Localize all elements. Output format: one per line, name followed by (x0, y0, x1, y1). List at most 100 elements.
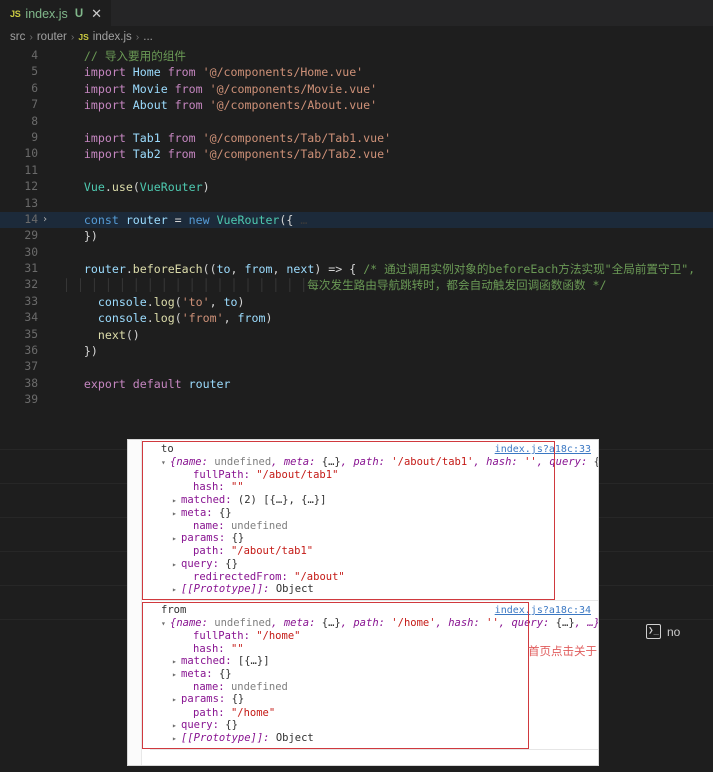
line-number: 34 (0, 310, 38, 326)
code-line[interactable]: 12 Vue.use(VueRouter) (0, 179, 713, 195)
expand-arrow-icon[interactable]: ▸ (172, 508, 181, 520)
summary-token: , meta: (271, 456, 322, 468)
expand-arrow-icon[interactable]: ▸ (172, 584, 181, 596)
tab-filename: index.js (25, 7, 67, 21)
code-line[interactable]: 38 export default router (0, 376, 713, 392)
console-property-row[interactable]: name: undefined (150, 520, 598, 532)
property-key: query: (181, 558, 225, 570)
code-line[interactable]: 5 import Home from '@/components/Home.vu… (0, 64, 713, 80)
console-property-row[interactable]: ▸query: {} (150, 719, 598, 732)
code-line[interactable]: 14› const router = new VueRouter({ … (0, 212, 713, 228)
summary-token: , query: (499, 617, 556, 629)
expand-arrow-icon[interactable]: ▸ (172, 720, 181, 732)
code-line[interactable]: 33 console.log('to', to) (0, 294, 713, 310)
summary-token: {…} (594, 456, 598, 468)
breadcrumb-item-symbol[interactable]: ... (143, 31, 153, 43)
console-source-link[interactable]: index.js?a18c:34 (495, 605, 591, 616)
expand-arrow-icon[interactable]: ▸ (172, 533, 181, 545)
code-line[interactable]: 9 import Tab1 from '@/components/Tab/Tab… (0, 130, 713, 146)
console-object-summary[interactable]: ▾{name: undefined, meta: {…}, path: '/ab… (150, 456, 598, 469)
code-line[interactable]: 32 │ │ │ │ │ │ │ │ │ │ │ │ │ │ │ │ │ │每次… (0, 277, 713, 293)
console-property-row[interactable]: path: "/home" (150, 707, 598, 719)
terminal-chip[interactable]: ❯_ no (646, 624, 680, 639)
code-token: beforeEach (133, 262, 203, 276)
code-line[interactable]: 34 console.log('from', from) (0, 310, 713, 326)
property-value: (2) [{…}, {…}] (238, 494, 327, 506)
console-property-row[interactable]: hash: "" (150, 481, 598, 493)
console-property-row[interactable]: redirectedFrom: "/about" (150, 571, 598, 583)
expand-arrow-icon[interactable]: ▾ (161, 457, 170, 469)
code-line[interactable]: 6 import Movie from '@/components/Movie.… (0, 81, 713, 97)
property-value: Object (276, 583, 314, 595)
console-property-row[interactable]: ▸meta: {} (150, 668, 598, 681)
code-line[interactable]: 39 (0, 392, 713, 408)
summary-token: , path: (341, 456, 392, 468)
console-property-row[interactable]: ▸meta: {} (150, 507, 598, 520)
code-token: new (189, 213, 217, 227)
breadcrumb-item-file[interactable]: index.js (93, 31, 132, 43)
code-line[interactable]: 29 }) (0, 228, 713, 244)
console-property-row[interactable]: ▸[[Prototype]]: Object (150, 583, 598, 596)
code-token: ( (175, 311, 182, 325)
fold-chevron-icon[interactable]: › (42, 212, 52, 228)
expand-arrow-icon[interactable]: ▾ (161, 618, 170, 630)
summary-token: , query: (537, 456, 594, 468)
console-property-row[interactable]: ▸params: {} (150, 693, 598, 706)
code-line[interactable]: 4 // 导入要用的组件 (0, 48, 713, 64)
console-property-row[interactable]: ▸params: {} (150, 532, 598, 545)
console-property-row[interactable]: path: "/about/tab1" (150, 545, 598, 557)
property-key: path: (193, 707, 231, 719)
expand-arrow-icon[interactable]: ▸ (172, 669, 181, 681)
console-property-row[interactable]: ▸matched: (2) [{…}, {…}] (150, 494, 598, 507)
property-value: [{…}] (238, 655, 270, 667)
terminal-icon: ❯_ (646, 624, 661, 639)
code-line[interactable]: 7 import About from '@/components/About.… (0, 97, 713, 113)
code-editor[interactable]: 4 // 导入要用的组件5 import Home from '@/compon… (0, 48, 713, 421)
code-line[interactable]: 11 (0, 163, 713, 179)
property-value: "/about/tab1" (231, 545, 313, 557)
code-token: const (84, 213, 126, 227)
expand-arrow-icon[interactable]: ▸ (172, 656, 181, 668)
console-property-row[interactable]: ▸[[Prototype]]: Object (150, 732, 598, 745)
console-property-row[interactable]: fullPath: "/home" (150, 630, 598, 642)
devtools-console-panel[interactable]: toindex.js?a18c:33▾{name: undefined, met… (128, 440, 598, 765)
code-line[interactable]: 36 }) (0, 343, 713, 359)
code-line-content: Vue.use(VueRouter) (56, 179, 210, 195)
console-property-row[interactable]: name: undefined (150, 681, 598, 693)
console-property-row[interactable]: fullPath: "/about/tab1" (150, 469, 598, 481)
code-token: Tab2 (133, 147, 161, 161)
expand-arrow-icon[interactable]: ▸ (172, 495, 181, 507)
property-key: params: (181, 532, 232, 544)
code-token: , (224, 311, 238, 325)
code-line[interactable]: 10 import Tab2 from '@/components/Tab/Ta… (0, 146, 713, 162)
code-token: . (147, 311, 154, 325)
console-message[interactable]: toindex.js?a18c:33▾{name: undefined, met… (150, 440, 598, 601)
summary-token: {name: (170, 456, 214, 468)
code-token: ) (265, 311, 272, 325)
expand-arrow-icon[interactable]: ▸ (172, 733, 181, 745)
close-icon[interactable]: ✕ (88, 7, 102, 20)
expand-arrow-icon[interactable]: ▸ (172, 559, 181, 571)
property-value: "/home" (231, 707, 275, 719)
console-message[interactable]: fromindex.js?a18c:34▾{name: undefined, m… (150, 601, 598, 750)
console-source-link[interactable]: index.js?a18c:33 (495, 444, 591, 455)
property-key: meta: (181, 507, 219, 519)
code-line[interactable]: 8 (0, 114, 713, 130)
code-line[interactable]: 37 (0, 359, 713, 375)
console-property-row[interactable]: ▸query: {} (150, 558, 598, 571)
code-line[interactable]: 30 (0, 245, 713, 261)
code-line[interactable]: 13 (0, 196, 713, 212)
expand-arrow-icon[interactable]: ▸ (172, 694, 181, 706)
editor-tab-index-js[interactable]: JS index.js U ✕ (0, 0, 111, 26)
console-object-summary[interactable]: ▾{name: undefined, meta: {…}, path: '/ho… (150, 617, 598, 630)
code-line[interactable]: 35 next() (0, 327, 713, 343)
code-token: log (154, 295, 175, 309)
breadcrumb-item-router[interactable]: router (37, 31, 67, 43)
breadcrumb-item-src[interactable]: src (10, 31, 25, 43)
code-line[interactable]: 31 router.beforeEach((to, from, next) =>… (0, 261, 713, 277)
code-token: , (272, 262, 286, 276)
code-token: router (126, 213, 168, 227)
line-number: 39 (0, 392, 38, 408)
code-line-content: // 导入要用的组件 (56, 48, 186, 64)
property-value: "/about" (294, 571, 345, 583)
